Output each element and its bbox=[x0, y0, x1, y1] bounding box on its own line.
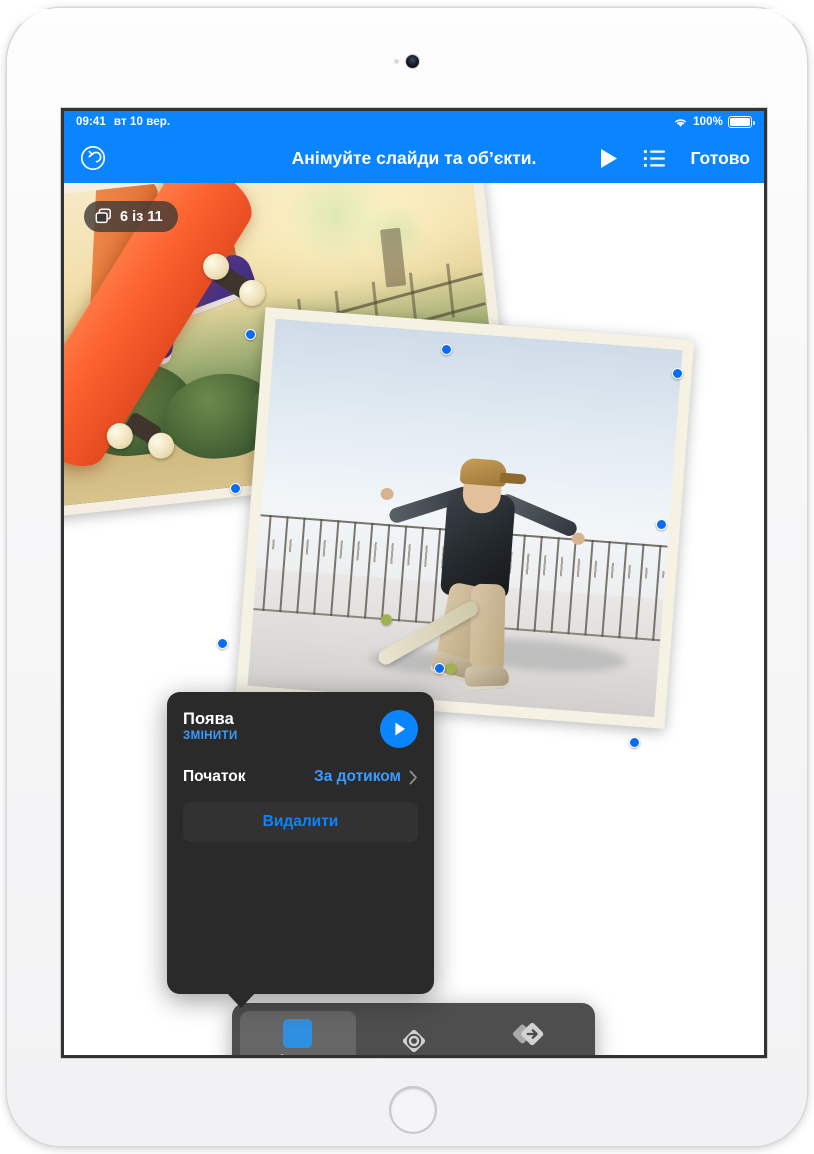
animation-options-popover: Поява ЗМІНИТИ Початок За дотиком Видалит… bbox=[167, 692, 434, 994]
selection-handle-top-right[interactable] bbox=[672, 368, 683, 379]
selection-handle-bottom-left[interactable] bbox=[217, 638, 228, 649]
selection-handle-bottom-center[interactable] bbox=[434, 663, 445, 674]
front-camera-icon bbox=[406, 55, 419, 68]
home-button[interactable] bbox=[389, 1086, 437, 1134]
list-bullet-icon bbox=[644, 149, 666, 167]
undo-button[interactable] bbox=[78, 143, 108, 173]
status-time: 09:41 bbox=[76, 116, 106, 128]
selection-handle-middle-right[interactable] bbox=[656, 519, 667, 530]
slide-canvas[interactable]: 6 із 11 Поява ЗМІНИТИ Початок За дотиком… bbox=[64, 183, 764, 1055]
toolbar-label-appear: Appear bbox=[278, 1054, 318, 1055]
animation-list-button[interactable] bbox=[643, 149, 666, 168]
navigation-bar: Анімуйте слайди та об’єкти. Готово bbox=[64, 133, 764, 183]
start-value: За дотиком bbox=[314, 768, 401, 785]
effect-info: Поява ЗМІНИТИ bbox=[183, 710, 238, 742]
selection-handle-middle-left[interactable] bbox=[230, 483, 241, 494]
preview-play-button[interactable] bbox=[380, 710, 418, 748]
selection-handle-top-left[interactable] bbox=[245, 329, 256, 340]
ipad-device-frame: 09:41 вт 10 вер. 100% Анімуйте слайди та… bbox=[7, 8, 807, 1146]
animation-toolbar: Appear Build In Додати дію bbox=[232, 1003, 595, 1055]
status-date: вт 10 вер. bbox=[113, 116, 171, 128]
start-label: Початок bbox=[183, 768, 246, 785]
selection-handle-top-center[interactable] bbox=[441, 344, 452, 355]
toolbar-item-add-action[interactable]: Додати дію bbox=[356, 1011, 472, 1055]
status-bar-right: 100% bbox=[673, 116, 755, 128]
slide-counter-badge[interactable]: 6 із 11 bbox=[84, 201, 178, 232]
slides-stack-icon bbox=[95, 208, 111, 224]
popover-tail bbox=[226, 992, 256, 1008]
status-bar-left: 09:41 вт 10 вер. bbox=[76, 116, 170, 128]
blue-square-icon bbox=[283, 1018, 313, 1048]
wifi-icon bbox=[675, 118, 687, 127]
ipad-screen: 09:41 вт 10 вер. 100% Анімуйте слайди та… bbox=[64, 111, 764, 1055]
slide-counter-label: 6 із 11 bbox=[120, 208, 163, 225]
build-out-diamond-arrow-icon bbox=[511, 1019, 547, 1049]
battery-full-icon bbox=[728, 116, 755, 128]
action-diamond-icon bbox=[399, 1026, 429, 1055]
ambient-light-sensor-icon bbox=[394, 59, 399, 64]
delete-animation-button[interactable]: Видалити bbox=[183, 802, 418, 842]
undo-circle-icon bbox=[80, 145, 106, 171]
popover-header: Поява ЗМІНИТИ bbox=[183, 710, 418, 748]
photo-front-selected[interactable] bbox=[235, 307, 695, 729]
play-triangle-icon bbox=[601, 148, 618, 168]
play-circle-icon bbox=[394, 722, 405, 736]
play-button[interactable] bbox=[598, 147, 619, 170]
done-button[interactable]: Готово bbox=[690, 148, 750, 169]
toolbar-item-add-build-out[interactable]: Додати побудову на виході bbox=[471, 1011, 587, 1055]
toolbar-item-appear-build-in[interactable]: Appear Build In bbox=[240, 1011, 356, 1055]
navigation-bar-right: Готово bbox=[598, 147, 750, 170]
selection-handle-bottom-right[interactable] bbox=[629, 737, 640, 748]
start-setting-row[interactable]: Початок За дотиком bbox=[183, 768, 418, 786]
chevron-right-icon bbox=[409, 770, 418, 785]
change-effect-link[interactable]: ЗМІНИТИ bbox=[183, 730, 238, 742]
status-bar: 09:41 вт 10 вер. 100% bbox=[64, 111, 764, 133]
battery-percent-label: 100% bbox=[693, 116, 723, 128]
effect-name-label: Поява bbox=[183, 710, 234, 728]
